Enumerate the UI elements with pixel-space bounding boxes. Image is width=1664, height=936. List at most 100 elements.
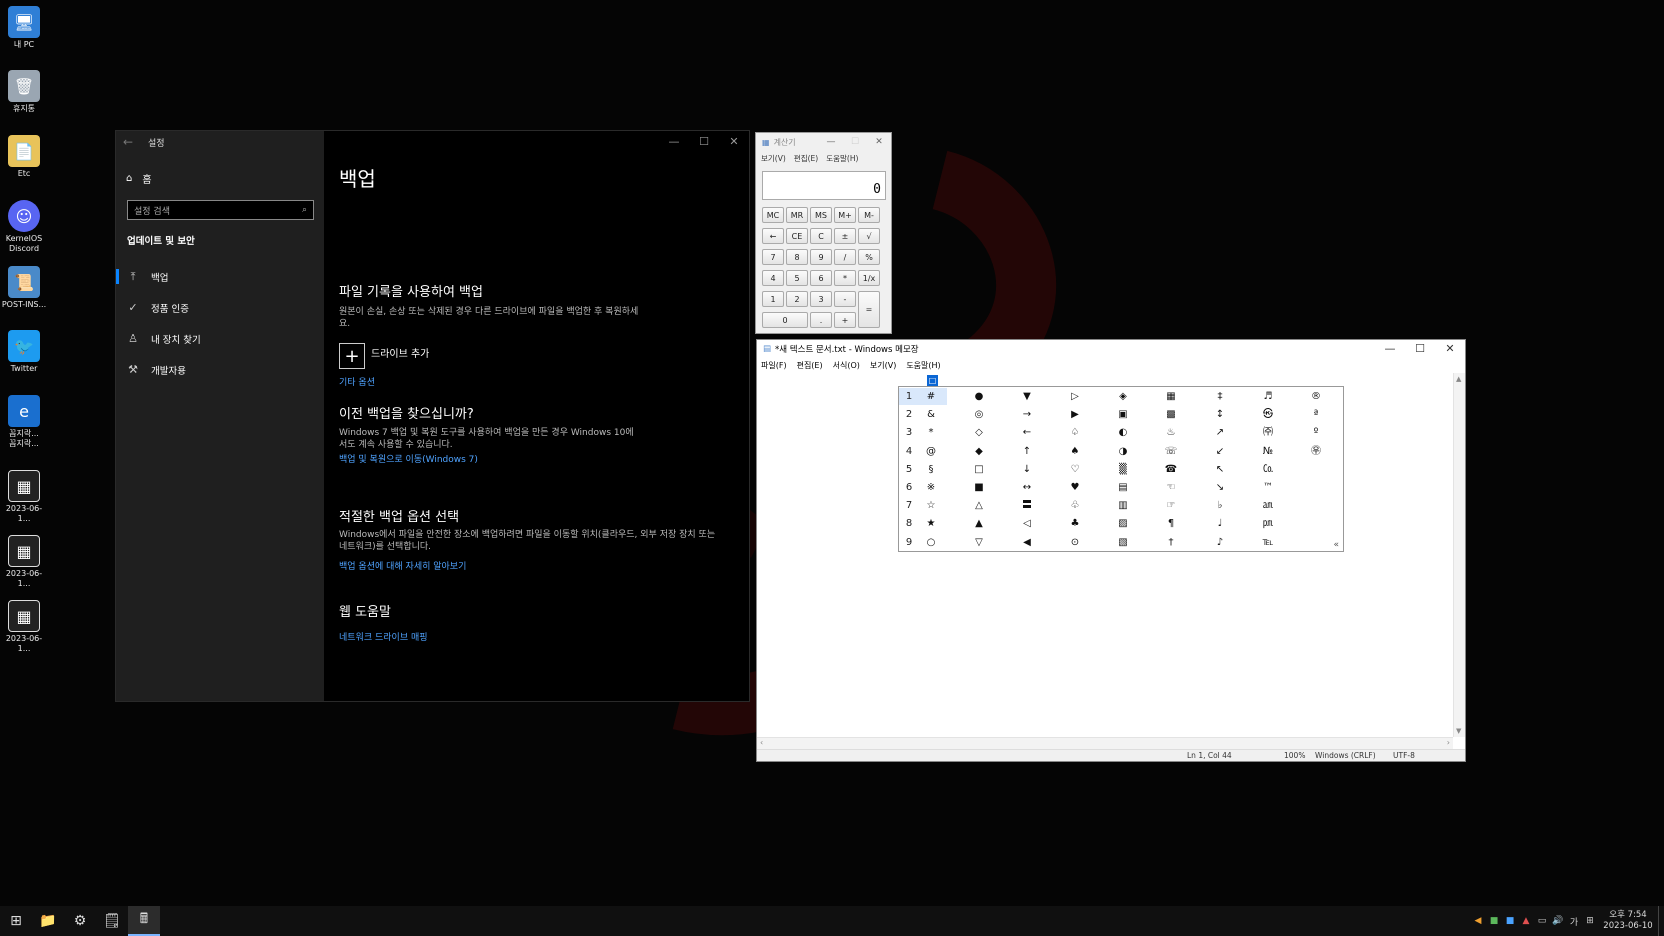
maximize-icon[interactable]: ☐	[843, 133, 867, 151]
ime-symbol[interactable]: ®	[1304, 388, 1328, 406]
menu-edit[interactable]: 편집(E)	[794, 153, 818, 164]
minimize-icon[interactable]: —	[659, 131, 689, 153]
calc-key[interactable]: ←	[762, 228, 784, 244]
ime-symbol[interactable]: ▒	[1111, 461, 1135, 479]
scroll-down-icon[interactable]: ▼	[1456, 727, 1461, 735]
ime-symbol[interactable]: ▨	[1111, 515, 1135, 533]
ime-symbol[interactable]: ㉿	[1256, 406, 1280, 424]
backup-options-learn-link[interactable]: 백업 옵션에 대해 자세히 알아보기	[339, 559, 466, 572]
add-drive-button[interactable]: + 드라이브 추가	[339, 343, 429, 369]
desktop-icon-screenshot-3[interactable]: ▦ 2023-06-1...	[0, 600, 48, 654]
ime-symbol[interactable]: ▶	[1063, 406, 1087, 424]
desktop-icon-internet-explorer[interactable]: e 꼼지락... 꼼지락...	[0, 395, 48, 449]
ime-symbol[interactable]: ↘	[1208, 479, 1232, 497]
ime-symbol[interactable]: 〓	[1015, 497, 1039, 515]
ime-symbol[interactable]: ★	[919, 515, 943, 533]
ime-symbol[interactable]: ◀	[1015, 534, 1039, 552]
ime-symbol[interactable]: ▥	[1111, 497, 1135, 515]
ime-symbol[interactable]: ㏂	[1256, 497, 1280, 515]
calc-key[interactable]: +	[834, 312, 856, 328]
ime-symbol[interactable]: ▼	[1015, 388, 1039, 406]
file-explorer-button[interactable]: 📁	[32, 906, 64, 936]
calc-key[interactable]: MR	[786, 207, 808, 223]
ime-symbol[interactable]: ♠	[1063, 443, 1087, 461]
ime-symbol[interactable]: ●	[967, 388, 991, 406]
ime-symbol[interactable]: ▤	[1111, 479, 1135, 497]
ime-symbol[interactable]: ↖	[1208, 461, 1232, 479]
ime-expand-icon[interactable]: «	[1333, 540, 1339, 550]
back-arrow-icon[interactable]: ←	[116, 135, 140, 149]
ime-symbol[interactable]: &	[919, 406, 943, 424]
volume-icon[interactable]: 🔊	[1550, 916, 1566, 926]
calc-key[interactable]: .	[810, 312, 832, 328]
sidebar-item-backup[interactable]: ⤒ 백업	[116, 261, 324, 292]
minimize-icon[interactable]: —	[1375, 340, 1405, 358]
more-options-link[interactable]: 기타 옵션	[339, 375, 375, 388]
desktop-icon-recycle-bin[interactable]: 🗑 휴지통	[0, 70, 48, 114]
notepad-button[interactable]: 🗒	[96, 906, 128, 936]
maximize-icon[interactable]: ☐	[689, 131, 719, 153]
sidebar-item-find-my-device[interactable]: ♙ 내 장치 찾기	[116, 323, 324, 354]
app-tray-icon[interactable]: ▲	[1518, 916, 1534, 926]
desktop-icon-my-pc[interactable]: 🖥 내 PC	[0, 6, 48, 50]
scroll-up-icon[interactable]: ▲	[1456, 375, 1461, 383]
ime-symbol[interactable]: ♥	[1063, 479, 1087, 497]
ime-symbol[interactable]: ▣	[1111, 406, 1135, 424]
calc-key[interactable]: 1	[762, 291, 784, 307]
settings-button[interactable]: ⚙	[64, 906, 96, 936]
calc-key[interactable]: 1/x	[858, 270, 880, 286]
calc-key[interactable]: %	[858, 249, 880, 265]
ime-symbol[interactable]: ☎	[1159, 461, 1183, 479]
map-network-drive-link[interactable]: 네트워크 드라이브 매핑	[339, 630, 428, 643]
ime-symbol[interactable]: ◑	[1111, 443, 1135, 461]
vertical-scrollbar[interactable]: ▲ ▼	[1453, 373, 1465, 737]
calc-key[interactable]: MS	[810, 207, 832, 223]
calc-key[interactable]: √	[858, 228, 880, 244]
ime-symbol[interactable]: ◎	[967, 406, 991, 424]
ime-symbol[interactable]: ▦	[1159, 388, 1183, 406]
settings-search-input[interactable]: 설정 검색 ⌕	[127, 200, 314, 220]
calc-key[interactable]: ±	[834, 228, 856, 244]
close-icon[interactable]: ✕	[719, 131, 749, 153]
ime-symbol[interactable]: ㈜	[1256, 424, 1280, 442]
menu-format[interactable]: 서식(O)	[833, 360, 860, 371]
settings-home-link[interactable]: ⌂ 홈	[126, 171, 152, 186]
defender-icon[interactable]: ■	[1502, 916, 1518, 926]
calc-key[interactable]: 3	[810, 291, 832, 307]
ime-symbol[interactable]: ◁	[1015, 515, 1039, 533]
ime-symbol[interactable]: ♪	[1208, 534, 1232, 552]
backup-restore-link[interactable]: 백업 및 복원으로 이동(Windows 7)	[339, 452, 478, 465]
calc-key[interactable]: 9	[810, 249, 832, 265]
show-desktop-button[interactable]	[1658, 906, 1664, 936]
nvidia-icon[interactable]: ■	[1486, 916, 1502, 926]
ime-symbol[interactable]: ☆	[919, 497, 943, 515]
desktop-icon-etc[interactable]: 📄 Etc	[0, 135, 48, 179]
ime-symbol[interactable]: ◐	[1111, 424, 1135, 442]
menu-file[interactable]: 파일(F)	[761, 360, 787, 371]
ime-symbol[interactable]: º	[1304, 424, 1328, 442]
ime-symbol[interactable]: ↕	[1208, 406, 1232, 424]
ime-symbol[interactable]: ‡	[1208, 388, 1232, 406]
ime-symbol[interactable]: ☞	[1159, 497, 1183, 515]
ime-settings-icon[interactable]: ⊞	[1582, 916, 1598, 926]
ime-symbol[interactable]: ▧	[1111, 534, 1135, 552]
calc-key[interactable]: -	[834, 291, 856, 307]
ime-symbol[interactable]: □	[967, 461, 991, 479]
ime-symbol[interactable]: ↔	[1015, 479, 1039, 497]
ime-symbol[interactable]: ◇	[967, 424, 991, 442]
calc-key[interactable]: 0	[762, 312, 808, 328]
calc-key[interactable]: /	[834, 249, 856, 265]
ime-symbol[interactable]: ○	[919, 534, 943, 552]
ime-symbol[interactable]: ㏘	[1256, 515, 1280, 533]
calc-key[interactable]: M-	[858, 207, 880, 223]
close-icon[interactable]: ✕	[867, 133, 891, 151]
ime-symbol[interactable]: ↙	[1208, 443, 1232, 461]
ime-symbol[interactable]: ▽	[967, 534, 991, 552]
ime-symbol[interactable]: ↓	[1015, 461, 1039, 479]
sidebar-item-for-developers[interactable]: ⚒ 개발자용	[116, 354, 324, 385]
calc-key[interactable]: MC	[762, 207, 784, 223]
ime-symbol[interactable]: †	[1159, 534, 1183, 552]
calc-key[interactable]: 4	[762, 270, 784, 286]
ime-symbol[interactable]: ♩	[1208, 515, 1232, 533]
ime-mode-indicator[interactable]: 가	[1566, 915, 1582, 928]
